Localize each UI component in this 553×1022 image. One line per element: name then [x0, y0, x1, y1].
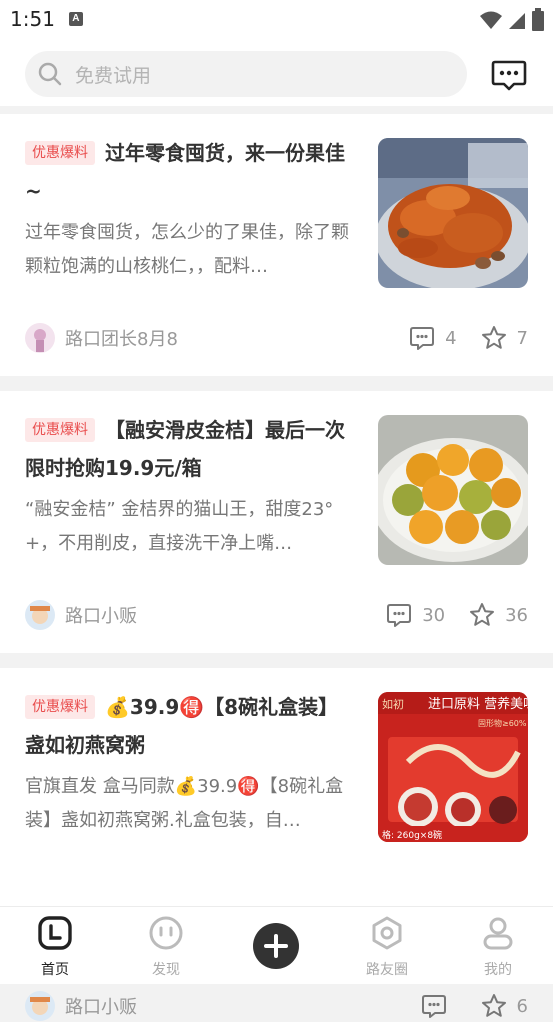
card-title: 优惠爆料 过年零食囤货，来一份果佳~ — [25, 134, 357, 210]
tab-profile[interactable]: 我的 — [458, 915, 538, 979]
status-time: 1:51 — [10, 7, 55, 31]
author-name: 路口团长8月8 — [65, 329, 178, 350]
comment-stat[interactable]: 4 — [409, 325, 457, 351]
like-stat[interactable]: 7 — [481, 325, 528, 351]
like-count: 6 — [516, 995, 528, 1017]
signal-icon — [509, 13, 525, 29]
wifi-icon — [480, 11, 502, 29]
card-stats: 30 36 — [362, 599, 528, 631]
author-row[interactable]: 路口团长8月8 — [25, 322, 178, 354]
feed-card[interactable]: 优惠爆料 【融安滑皮金桔】最后一次限时抢购19.9元/箱 “融安金桔” 金桔界的猫… — [0, 391, 553, 653]
card-title: 优惠爆料 【融安滑皮金桔】最后一次限时抢购19.9元/箱 — [25, 411, 357, 487]
comment-icon — [410, 327, 435, 350]
comment-stat[interactable] — [421, 993, 457, 1019]
profile-icon — [483, 917, 513, 950]
comment-count: 30 — [422, 604, 446, 626]
tab-home[interactable]: 首页 — [15, 915, 95, 979]
status-bar: 1:51 A — [0, 0, 553, 38]
discover-icon — [149, 916, 183, 950]
svg-text:格: 260g×8碗: 格: 260g×8碗 — [382, 829, 442, 841]
deal-tag: 优惠爆料 — [25, 141, 95, 165]
search-icon — [38, 62, 62, 86]
tab-discover[interactable]: 发现 — [126, 915, 206, 979]
battery-icon — [532, 8, 544, 31]
card-thumbnail[interactable]: 进口原料 营养美味 如初 固形物≥60% 格: 260g×8碗 — [378, 692, 528, 842]
author-row[interactable]: 路口小贩 — [25, 990, 137, 1022]
card-thumbnail[interactable] — [378, 138, 528, 288]
svg-text:进口原料 营养美味: 进口原料 营养美味 — [428, 696, 528, 712]
deal-tag: 优惠爆料 — [25, 418, 95, 442]
author-row[interactable]: 路口小贩 — [25, 599, 137, 631]
like-count: 7 — [516, 327, 528, 349]
tab-circle[interactable]: 路友圈 — [347, 915, 427, 979]
plus-icon — [264, 934, 288, 958]
like-stat[interactable]: 36 — [469, 602, 528, 628]
card-description: 过年零食囤货，怎么少的了果佳，除了颗颗粒饱满的山核桃仁，，配料… — [25, 222, 349, 277]
card-thumbnail[interactable] — [378, 415, 528, 565]
avatar — [25, 600, 55, 630]
tab-label: 路友圈 — [366, 962, 408, 978]
author-name: 路口小贩 — [65, 997, 137, 1018]
circle-icon — [372, 916, 402, 950]
comment-stat[interactable]: 30 — [386, 602, 445, 628]
search-placeholder: 免费试用 — [75, 64, 152, 87]
star-icon — [481, 326, 506, 349]
top-header: 免费试用 — [0, 38, 553, 106]
avatar — [25, 991, 55, 1021]
feed-card[interactable]: 优惠爆料 过年零食囤货，来一份果佳~ 过年零食囤货，怎么少的了果佳，除了颗颗粒饱满… — [0, 114, 553, 376]
author-name: 路口小贩 — [65, 606, 137, 627]
status-indicators — [479, 8, 545, 32]
like-stat[interactable]: 6 — [481, 993, 528, 1019]
search-input[interactable]: 免费试用 — [25, 51, 467, 97]
tab-label: 发现 — [152, 962, 180, 978]
comment-icon — [387, 604, 412, 627]
card-stats: 6 — [397, 990, 528, 1022]
comment-count: 4 — [445, 327, 457, 349]
comment-icon — [421, 995, 446, 1018]
deal-tag: 优惠爆料 — [25, 695, 95, 719]
tab-label: 我的 — [484, 962, 512, 978]
add-post-button[interactable] — [253, 923, 299, 969]
svg-text:固形物≥60%: 固形物≥60% — [478, 718, 527, 728]
home-icon — [38, 916, 72, 950]
like-count: 36 — [505, 604, 528, 626]
svg-text:如初: 如初 — [382, 697, 404, 711]
notification-a-icon: A — [68, 12, 83, 26]
feed-card[interactable]: 优惠爆料 💰39.9🉐【8碗礼盒装】盏如初燕窝粥 官旗直发 盒马同款💰39.9🉐【… — [0, 668, 553, 1021]
card-title: 优惠爆料 💰39.9🉐【8碗礼盒装】盏如初燕窝粥 — [25, 688, 357, 764]
star-icon — [470, 603, 495, 626]
bottom-tab-bar: 首页 发现 路友圈 我的 — [0, 906, 553, 984]
message-icon[interactable] — [490, 56, 528, 94]
card-stats: 4 7 — [385, 322, 528, 354]
avatar — [25, 323, 55, 353]
star-icon — [481, 994, 506, 1017]
card-description: 官旗直发 盒马同款💰39.9🉐【8碗礼盒装】盏如初燕窝粥.礼盒包装，自… — [25, 776, 344, 831]
card-description: “融安金桔” 金桔界的猫山王，甜度23°+，不用削皮，直接洗干净上嘴… — [25, 499, 334, 554]
tab-label: 首页 — [41, 962, 69, 978]
